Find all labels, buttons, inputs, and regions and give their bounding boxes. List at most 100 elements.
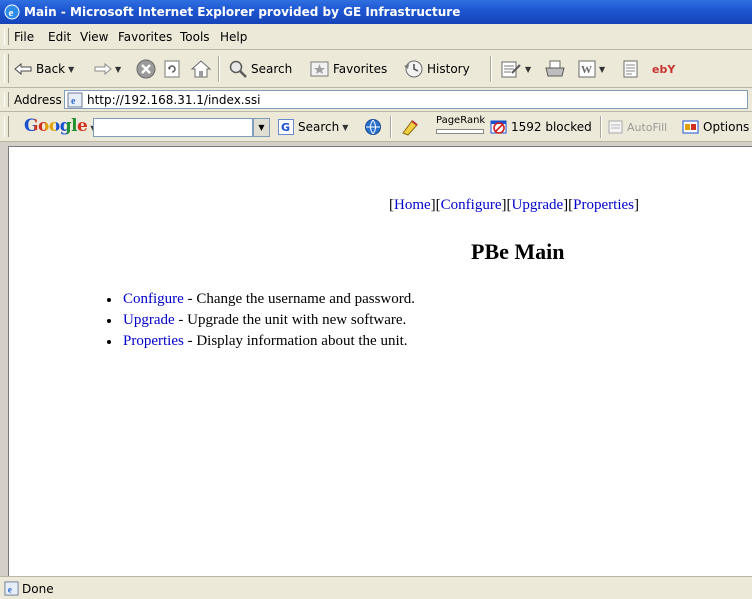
back-label: Back xyxy=(36,62,66,76)
google-search-options-icon[interactable]: ▼ xyxy=(342,123,348,132)
configure-description: - Change the username and password. xyxy=(183,291,416,307)
menu-view[interactable]: View xyxy=(80,30,108,44)
search-label: Search xyxy=(251,62,293,76)
google-logo[interactable]: Google▼ xyxy=(24,116,96,136)
forward-button[interactable]: ▼ xyxy=(94,58,121,80)
window-titlebar[interactable]: e Main - Microsoft Internet Explorer pro… xyxy=(0,0,752,24)
mail-icon xyxy=(501,61,521,78)
refresh-icon xyxy=(164,60,180,78)
feature-list: Configure - Change the username and pass… xyxy=(105,289,415,352)
mail-dropdown-icon[interactable]: ▼ xyxy=(525,65,531,74)
options-label: Options xyxy=(703,120,750,134)
menu-favorites[interactable]: Favorites xyxy=(118,30,172,44)
popup-blocked-icon xyxy=(490,120,507,134)
refresh-button[interactable] xyxy=(162,58,182,80)
menubar-grip[interactable] xyxy=(4,28,9,45)
standard-toolbar: Back ▼ ▼ Search Favorites History ▼ W ▼ … xyxy=(0,50,752,88)
pagerank-bar xyxy=(436,129,484,134)
search-icon xyxy=(229,60,247,78)
popup-blocker-button[interactable]: 1592 blocked xyxy=(490,116,592,138)
home-button[interactable] xyxy=(190,58,212,80)
history-icon xyxy=(404,60,423,78)
edit-dropdown-icon[interactable]: ▼ xyxy=(599,65,605,74)
toolbar-grip[interactable] xyxy=(4,54,9,83)
stop-button[interactable] xyxy=(136,58,156,80)
configure-link[interactable]: Configure xyxy=(123,291,184,307)
nav-links: [Home][Configure][Upgrade][Properties] xyxy=(389,197,639,213)
edit-button[interactable]: W ▼ xyxy=(578,58,605,80)
googlebar-grip[interactable] xyxy=(4,116,9,137)
back-arrow-icon xyxy=(14,62,32,76)
forward-dropdown-icon[interactable]: ▼ xyxy=(115,65,121,74)
ie-page-icon: e xyxy=(67,92,83,108)
menu-file[interactable]: File xyxy=(14,30,34,44)
ie-page-icon: e xyxy=(4,581,19,596)
list-item: Properties - Display information about t… xyxy=(105,331,415,352)
menu-bar: File Edit View Favorites Tools Help xyxy=(0,24,752,50)
autofill-icon xyxy=(608,120,623,134)
ie-icon: e xyxy=(4,4,20,20)
autofill-label: AutoFill xyxy=(627,120,668,134)
back-button[interactable]: Back ▼ xyxy=(14,58,74,80)
google-search-label: Search xyxy=(298,120,340,134)
print-button[interactable] xyxy=(544,58,566,80)
address-url: http://192.168.31.1/index.ssi xyxy=(87,93,261,107)
nav-link-properties[interactable]: Properties xyxy=(573,197,634,213)
favorites-button[interactable]: Favorites xyxy=(310,58,387,80)
address-bar: Address e http://192.168.31.1/index.ssi xyxy=(0,88,752,112)
options-icon xyxy=(682,120,699,134)
ebay-button[interactable]: ebY xyxy=(652,58,675,80)
status-text: Done xyxy=(22,582,54,596)
addressbar-grip[interactable] xyxy=(4,92,9,107)
upgrade-link[interactable]: Upgrade xyxy=(123,312,175,328)
word-edit-icon: W xyxy=(578,60,596,78)
forward-arrow-icon xyxy=(94,62,112,76)
nav-link-home[interactable]: Home xyxy=(394,197,431,213)
pagerank-widget: PageRank xyxy=(434,114,485,136)
ebay-label: ebY xyxy=(652,62,676,76)
options-button[interactable]: Options xyxy=(682,116,749,138)
globe-icon xyxy=(365,119,381,135)
google-news-button[interactable] xyxy=(364,116,382,138)
google-g-icon: G xyxy=(278,119,294,135)
highlight-button[interactable] xyxy=(400,116,420,138)
mail-button[interactable]: ▼ xyxy=(500,58,531,80)
address-label: Address xyxy=(14,93,62,107)
search-button[interactable]: Search xyxy=(228,58,292,80)
toolbar-separator xyxy=(490,56,492,82)
discuss-button[interactable] xyxy=(622,58,640,80)
google-logo-text: Google xyxy=(24,116,88,136)
properties-description: - Display information about the unit. xyxy=(183,333,408,349)
history-label: History xyxy=(427,62,470,76)
google-search-dropdown-icon[interactable]: ▼ xyxy=(253,118,270,137)
favorites-label: Favorites xyxy=(333,62,388,76)
blocked-count: 1592 blocked xyxy=(511,120,592,134)
pagerank-indicator[interactable]: PageRank xyxy=(434,114,485,136)
page-title: PBe Main xyxy=(471,239,565,264)
list-item: Configure - Change the username and pass… xyxy=(105,289,415,310)
google-search-input[interactable] xyxy=(93,118,253,137)
nav-link-upgrade[interactable]: Upgrade xyxy=(512,197,564,213)
upgrade-description: - Upgrade the unit with new software. xyxy=(174,312,407,328)
properties-link[interactable]: Properties xyxy=(123,333,184,349)
menu-edit[interactable]: Edit xyxy=(48,30,71,44)
favorites-star-icon xyxy=(310,61,329,77)
list-item: Upgrade - Upgrade the unit with new soft… xyxy=(105,310,415,331)
svg-text:e: e xyxy=(71,96,76,107)
back-dropdown-icon[interactable]: ▼ xyxy=(68,65,74,74)
toolbar-separator xyxy=(218,56,220,82)
history-button[interactable]: History xyxy=(402,58,470,80)
google-search-button[interactable]: G Search ▼ xyxy=(278,116,348,138)
menu-tools[interactable]: Tools xyxy=(180,30,210,44)
svg-text:e: e xyxy=(9,7,14,19)
window-title: Main - Microsoft Internet Explorer provi… xyxy=(24,5,461,19)
menu-help[interactable]: Help xyxy=(220,30,247,44)
nav-link-configure[interactable]: Configure xyxy=(441,197,502,213)
google-toolbar: Google▼ ▼ G Search ▼ PageRank xyxy=(0,112,752,142)
discuss-icon xyxy=(623,60,638,78)
svg-text:W: W xyxy=(581,64,592,76)
svg-text:G: G xyxy=(281,121,290,134)
home-icon xyxy=(190,60,212,78)
autofill-button[interactable]: AutoFill xyxy=(608,116,667,138)
address-input[interactable]: e http://192.168.31.1/index.ssi xyxy=(64,90,748,109)
